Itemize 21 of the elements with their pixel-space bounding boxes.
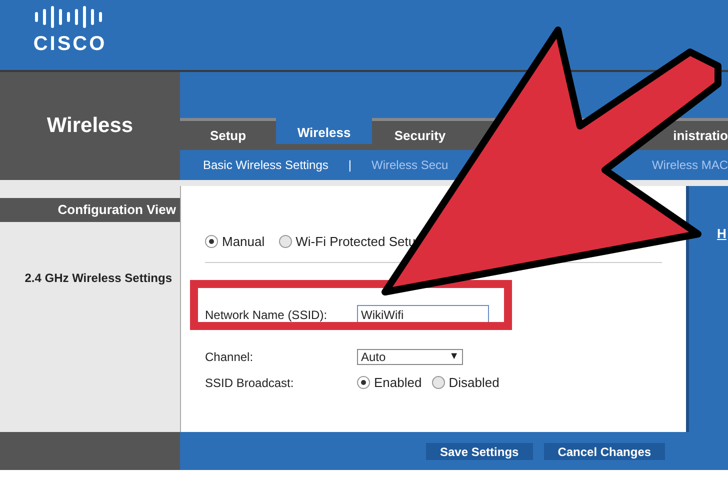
nav-tab[interactable]: Wireless xyxy=(276,115,372,144)
nav-tab[interactable]: Setup xyxy=(180,121,276,150)
sidebar-header: Configuration View xyxy=(0,198,180,222)
footer-button[interactable]: Save Settings xyxy=(426,442,533,460)
section-title: Wireless xyxy=(46,113,134,140)
radio-option[interactable]: Manual xyxy=(205,232,265,252)
nav-tab[interactable]: inistratio xyxy=(666,121,728,150)
radio-option[interactable]: Disabled xyxy=(432,372,500,392)
field-label: Network Name (SSID): xyxy=(205,306,328,324)
help-link[interactable]: H xyxy=(717,226,726,241)
logo-text: CISCO xyxy=(33,34,107,54)
sidebar-group-label: 2.4 GHz Wireless Settings xyxy=(24,271,172,285)
field-label: SSID Broadcast: xyxy=(205,374,295,392)
radio-option[interactable]: Enabled xyxy=(357,372,422,392)
nav-separator: | xyxy=(348,157,352,174)
channel-select[interactable]: Auto ▼ xyxy=(357,348,463,364)
field-label: Channel: xyxy=(205,348,254,366)
footer-button[interactable]: Cancel Changes xyxy=(544,442,666,460)
nav-tab[interactable]: Security xyxy=(372,121,468,150)
ssid-input[interactable]: WikiWifi xyxy=(357,304,489,324)
subnav-link[interactable]: Basic Wireless Settings xyxy=(203,156,328,174)
